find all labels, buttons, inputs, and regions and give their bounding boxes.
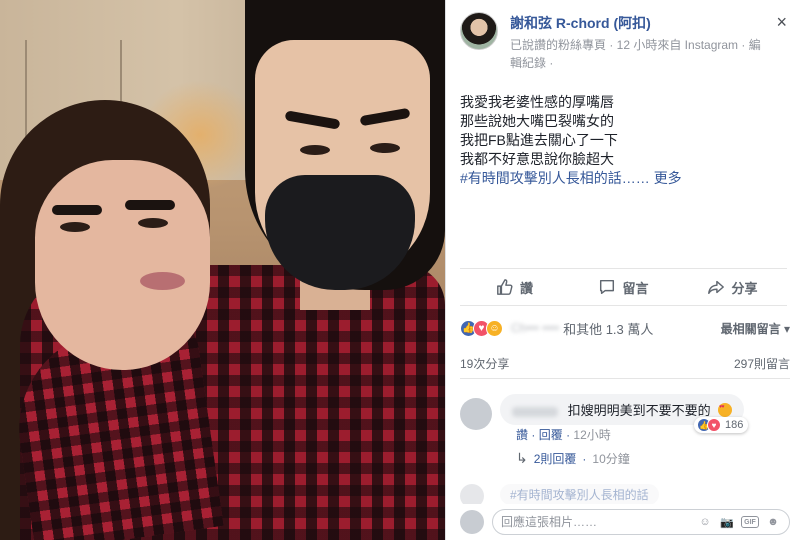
comment-reply-link[interactable]: 回覆 xyxy=(539,428,563,442)
comment-sort-dropdown[interactable]: 最相關留言 ▾ xyxy=(721,320,790,337)
replies-link[interactable]: 2則回覆 xyxy=(534,450,577,467)
like-label: 讚 xyxy=(519,280,533,296)
view-replies[interactable]: ↳ 2則回覆 · 10分鐘 xyxy=(516,450,630,467)
see-more-link[interactable]: 更多 xyxy=(654,170,682,186)
post-meta: 已說讚的粉絲專頁 · 12 小時來自 Instagram · 編輯紀錄 · xyxy=(510,38,761,70)
photo-eye xyxy=(138,218,168,228)
user-avatar xyxy=(460,510,484,534)
comment-icon xyxy=(600,279,615,295)
photo-eye xyxy=(60,222,90,232)
post-text: 我愛我老婆性感的厚嘴唇 那些說她大嘴巴裂嘴女的 我把FB點進去關心了一下 我都不… xyxy=(460,93,790,188)
comment-input[interactable] xyxy=(501,515,691,529)
photo-brow xyxy=(125,200,175,210)
love-reaction-icon: ♥ xyxy=(707,418,721,432)
photo-eye xyxy=(370,143,400,153)
comment-label: 留言 xyxy=(622,280,649,296)
reaction-count: 和其他 1.3 萬人 xyxy=(563,321,654,337)
share-count[interactable]: 19次分享 xyxy=(460,355,509,378)
heart-eyes-emoji-icon xyxy=(718,403,733,417)
thumbs-up-icon xyxy=(497,279,513,295)
photo-brow xyxy=(52,205,102,215)
post-line: 那些說她大嘴巴裂嘴女的 xyxy=(460,113,614,129)
page-avatar[interactable] xyxy=(460,12,498,50)
post-header: 謝和弦 R-chord (阿扣) 已說讚的粉絲專頁 · 12 小時來自 Inst… xyxy=(446,0,800,72)
comment-actions: 讚 · 回覆 · 12小時 xyxy=(516,428,611,442)
reply-arrow-icon: ↳ xyxy=(516,450,528,466)
reactions-summary[interactable]: 👍 ♥ ☺ Ch••• •••• 和其他 1.3 萬人 最相關留言 ▾ xyxy=(460,316,790,340)
post-actions-bar: 讚 留言 分享 xyxy=(460,268,787,306)
post-line: 我都不好意思說你臉超大 xyxy=(460,151,614,167)
post-photo[interactable] xyxy=(0,0,445,540)
haha-reaction-icon: ☺ xyxy=(486,319,503,337)
close-icon[interactable]: × xyxy=(776,12,787,33)
comment-like-link[interactable]: 讚 xyxy=(516,428,528,442)
gif-icon[interactable]: GIF xyxy=(741,516,759,528)
commenter-avatar[interactable] xyxy=(460,484,484,504)
next-comment: #有時間攻擊別人長相的話 xyxy=(460,482,790,504)
replies-time: 10分鐘 xyxy=(592,452,630,466)
camera-icon[interactable]: 📷 xyxy=(719,514,735,530)
comment-button[interactable]: 留言 xyxy=(569,269,678,305)
comment-time[interactable]: 12小時 xyxy=(573,428,610,442)
photo-eye xyxy=(300,145,330,155)
post-sidebar: 謝和弦 R-chord (阿扣) 已說讚的粉絲專頁 · 12 小時來自 Inst… xyxy=(445,0,800,540)
post-stats: 19次分享 297則留言 xyxy=(460,355,790,379)
share-button[interactable]: 分享 xyxy=(678,269,787,305)
sticker-icon[interactable]: ☻ xyxy=(765,514,781,530)
blurred-names: Ch••• •••• xyxy=(511,321,560,335)
hashtag-link[interactable]: #有時間攻擊別人長相的話…… xyxy=(460,170,650,186)
post-line: #有時間攻擊別人長相的話…… 更多 xyxy=(460,169,790,188)
page-name-link[interactable]: 謝和弦 R-chord (阿扣) xyxy=(510,13,651,33)
emoji-icon[interactable]: ☺ xyxy=(697,514,713,530)
photo-lips xyxy=(140,272,185,290)
like-button[interactable]: 讚 xyxy=(460,269,569,305)
post-line: 我把FB點進去關心了一下 xyxy=(460,132,618,148)
blurred-commenter-name xyxy=(512,406,558,417)
comment-composer: ☺ 📷 GIF ☻ xyxy=(460,507,790,537)
commenter-avatar[interactable] xyxy=(460,398,492,430)
comment-text: 扣嫂明明美到不要不要的 xyxy=(567,403,711,418)
share-icon xyxy=(708,280,725,295)
share-label: 分享 xyxy=(731,280,758,296)
comment-reaction-count: 186 xyxy=(725,419,744,431)
photo-woman-face xyxy=(35,160,210,370)
next-comment-text: #有時間攻擊別人長相的話 xyxy=(500,484,659,504)
comment-input-box[interactable]: ☺ 📷 GIF ☻ xyxy=(492,509,790,535)
post-line: 我愛我老婆性感的厚嘴唇 xyxy=(460,94,614,110)
comment-reactions[interactable]: 👍 ♥ 186 xyxy=(694,417,749,433)
comment-count[interactable]: 297則留言 xyxy=(734,355,790,378)
